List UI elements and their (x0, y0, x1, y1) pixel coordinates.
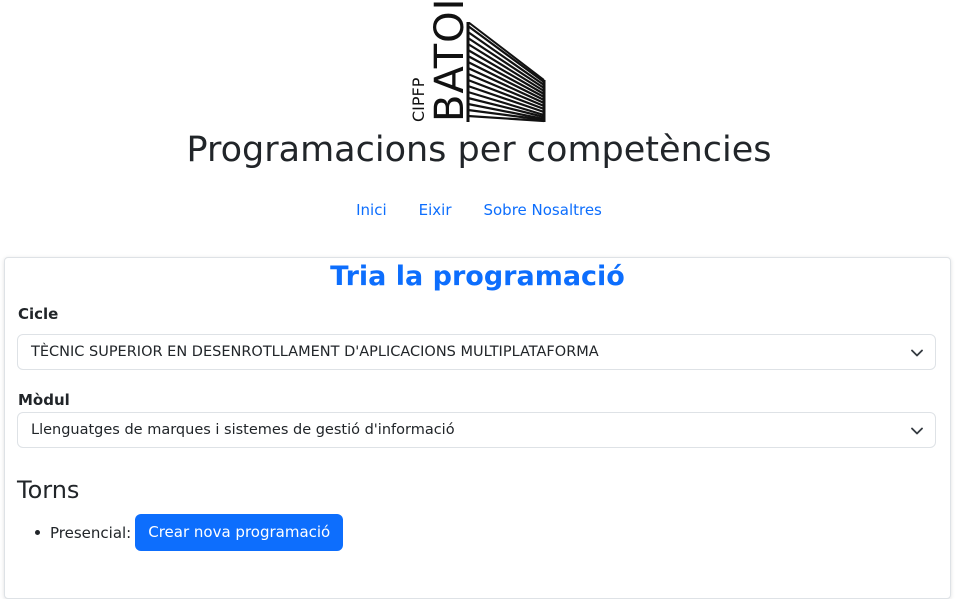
modul-select[interactable]: Llenguatges de marques i sistemes de ges… (17, 412, 936, 448)
logo-wordmark: CIPFP BATOI (408, 0, 473, 124)
cicle-select-value: TÈCNIC SUPERIOR EN DESENROTLLAMENT D'APL… (31, 344, 599, 360)
programacio-card: Tria la programació Cicle TÈCNIC SUPERIO… (4, 257, 951, 599)
card-heading: Tria la programació (330, 261, 625, 292)
page-header: CIPFP BATOI Programacions per competènci… (0, 0, 958, 258)
modul-select-value: Llenguatges de marques i sistemes de ges… (31, 422, 455, 438)
chevron-down-icon (911, 427, 923, 435)
nav-link-inici[interactable]: Inici (340, 201, 403, 219)
nav-link-eixir[interactable]: Eixir (403, 201, 468, 219)
logo-batoi-text: BATOI (427, 0, 473, 122)
torns-heading: Torns (17, 476, 80, 504)
torn-label: Presencial: (50, 523, 132, 542)
create-programacio-button[interactable]: Crear nova programació (135, 514, 344, 551)
batoi-logo: CIPFP BATOI (408, 0, 548, 124)
logo-cipfp-text: CIPFP (409, 77, 428, 122)
nav-link-sobre-nosaltres[interactable]: Sobre Nosaltres (467, 201, 617, 219)
chevron-down-icon (911, 349, 923, 357)
logo-building-icon (466, 22, 546, 123)
cicle-label: Cicle (18, 305, 59, 323)
site-title: Programacions per competències (186, 130, 772, 170)
main-nav: Inici Eixir Sobre Nosaltres (0, 201, 958, 219)
bullet-icon (35, 530, 40, 535)
list-item: Presencial: Crear nova programació (35, 514, 344, 551)
modul-label: Mòdul (18, 391, 70, 409)
cicle-select[interactable]: TÈCNIC SUPERIOR EN DESENROTLLAMENT D'APL… (17, 334, 936, 370)
